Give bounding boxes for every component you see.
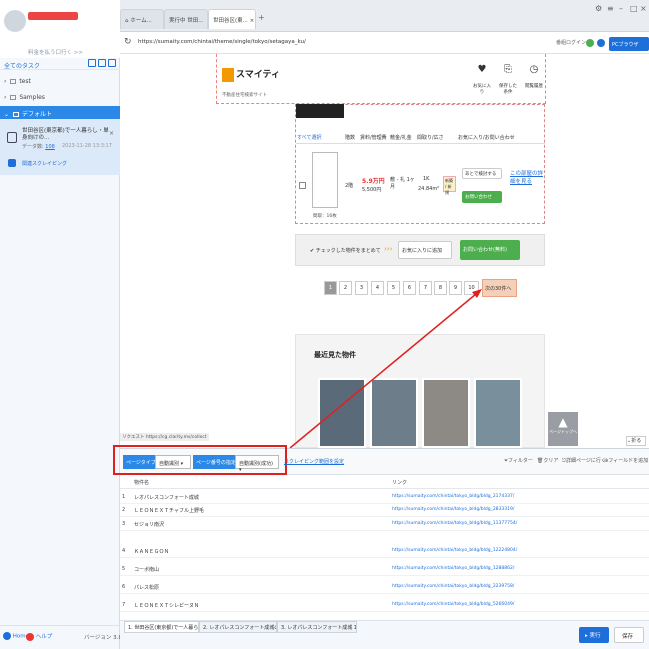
column-header[interactable]: リンク (392, 479, 407, 486)
table-row[interactable] (120, 517, 649, 531)
step-tab-3[interactable]: 3. レオパレスコンフォート成城 1K... (277, 621, 357, 633)
row-index: 3 (122, 521, 126, 527)
run-button[interactable]: ▸ 実行 (579, 627, 609, 643)
table-row[interactable] (120, 562, 649, 576)
save-button[interactable]: 保存 (614, 627, 644, 643)
row-name: ＫＡＮＥＧＯＮ (134, 549, 170, 555)
row-name: パレス松原 (134, 585, 160, 591)
row-link[interactable]: https://sumaity.com/chintai/tokyo_bldg/b… (392, 507, 514, 512)
row-link[interactable]: https://sumaity.com/chintai/tokyo_bldg/b… (392, 548, 517, 553)
step-tab-2[interactable]: 2. レオパレスコンフォート成城の... (199, 621, 277, 633)
table-row[interactable] (120, 598, 649, 612)
row-index: 2 (122, 507, 126, 513)
add-field-button[interactable]: ⊕フィールドを追加 (604, 457, 648, 464)
detail-pages-button[interactable]: ⎋詳細ページに行く (562, 457, 606, 464)
row-index: 1 (122, 494, 126, 500)
row-link[interactable]: https://sumaity.com/chintai/tokyo_bldg/b… (392, 584, 514, 589)
step-tab-1[interactable]: 1. 世田谷区(東京都)で一人暮らし・... (124, 621, 199, 633)
row-link[interactable]: https://sumaity.com/chintai/tokyo_bldg/b… (392, 494, 514, 499)
table-row[interactable] (120, 544, 649, 558)
row-name: ＬＥＯＮＥＸＴチャフル上野毛 (134, 508, 204, 514)
row-index: 7 (122, 602, 126, 608)
row-index: 6 (122, 584, 126, 590)
row-link[interactable]: https://sumaity.com/chintai/tokyo_bldg/b… (392, 602, 514, 607)
table-row[interactable] (120, 580, 649, 594)
row-link[interactable]: https://sumaity.com/chintai/tokyo_bldg/b… (392, 566, 514, 571)
row-name: レオパレスコンフォート成城 (134, 495, 199, 501)
row-link[interactable]: https://sumaity.com/chintai/tokyo_bldg/b… (392, 521, 517, 526)
row-index: 5 (122, 566, 126, 572)
row-name: ＬＥＯＮＥＸＴシレピーヌＮ (134, 603, 200, 609)
scroll-range-link[interactable]: スクレイピング範囲を設定 (284, 458, 344, 465)
table-row[interactable] (120, 490, 649, 504)
highlight-box (113, 445, 287, 475)
clear-button[interactable]: 🗑クリア (537, 457, 558, 464)
column-header[interactable]: 物件名 (134, 479, 149, 486)
filter-button[interactable]: ⏷フィルター (504, 457, 533, 464)
row-name: コーポ南山 (134, 567, 160, 573)
table-header (120, 475, 649, 489)
row-index: 4 (122, 548, 126, 554)
row-name: セジョリ南沢 (134, 522, 165, 528)
